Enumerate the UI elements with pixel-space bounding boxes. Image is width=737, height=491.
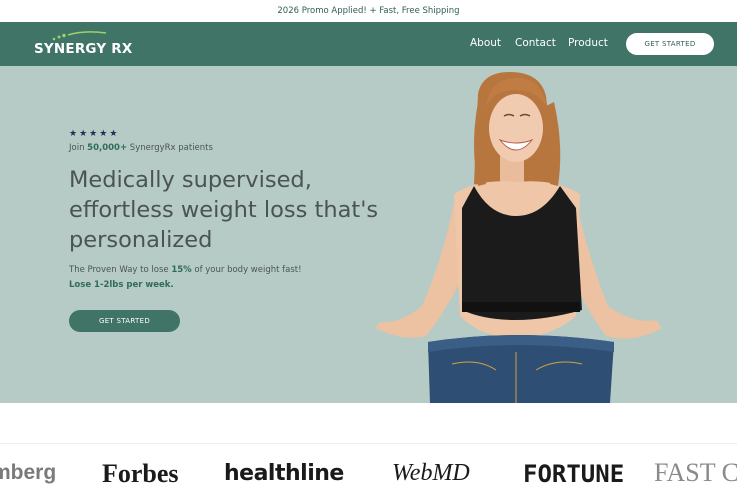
webmd-logo: WebMD (392, 460, 470, 486)
logo-dots-icon (52, 31, 107, 41)
hero-subline: The Proven Way to lose 15% of your body … (69, 265, 302, 275)
social-proof-text: Join 50,000+ SynergyRx patients (69, 143, 213, 153)
fortune-logo: FORTUNE (523, 460, 625, 488)
nav-product[interactable]: Product (568, 37, 608, 49)
nav-contact[interactable]: Contact (515, 37, 556, 49)
healthline-logo: healthline (224, 461, 344, 486)
fast-company-logo: FAST C (654, 458, 737, 487)
bloomberg-logo: mberg (0, 461, 57, 484)
promo-bar: 2026 Promo Applied! + Fast, Free Shippin… (0, 0, 737, 22)
star-icon: ★ (99, 129, 108, 139)
weight-loss-rate: Lose 1-2lbs per week. (69, 280, 174, 290)
join-suffix: SynergyRx patients (127, 143, 213, 153)
star-icon: ★ (89, 129, 98, 139)
press-logos-strip: mberg Forbes healthline WebMD FORTUNE FA… (0, 443, 737, 491)
logo[interactable]: SYNERGY RX (34, 29, 134, 59)
hero-woman-photo (376, 72, 662, 403)
rating-stars: ★ ★ ★ ★ ★ (69, 130, 117, 139)
join-count: 50,000+ (87, 143, 128, 153)
header-get-started-button[interactable]: GET STARTED (626, 33, 714, 55)
star-icon: ★ (79, 129, 88, 139)
sub-prefix: The Proven Way to lose (69, 265, 172, 275)
hero-headline: Medically supervised, effortless weight … (69, 167, 379, 253)
logo-text: SYNERGY RX (34, 41, 133, 57)
join-prefix: Join (69, 143, 88, 153)
sub-percent: 15% (171, 265, 192, 275)
forbes-logo: Forbes (102, 459, 179, 488)
nav-about[interactable]: About (470, 37, 501, 49)
site-header: SYNERGY RX About Contact Product GET STA… (0, 22, 737, 66)
hero-get-started-button[interactable]: GET STARTED (69, 310, 180, 332)
star-icon: ★ (69, 129, 78, 139)
hero-section: ★ ★ ★ ★ ★ Join 50,000+ SynergyRx patient… (0, 66, 737, 403)
promo-text: 2026 Promo Applied! + Fast, Free Shippin… (277, 6, 460, 16)
sub-suffix: of your body weight fast! (191, 265, 302, 275)
star-icon: ★ (109, 129, 118, 139)
